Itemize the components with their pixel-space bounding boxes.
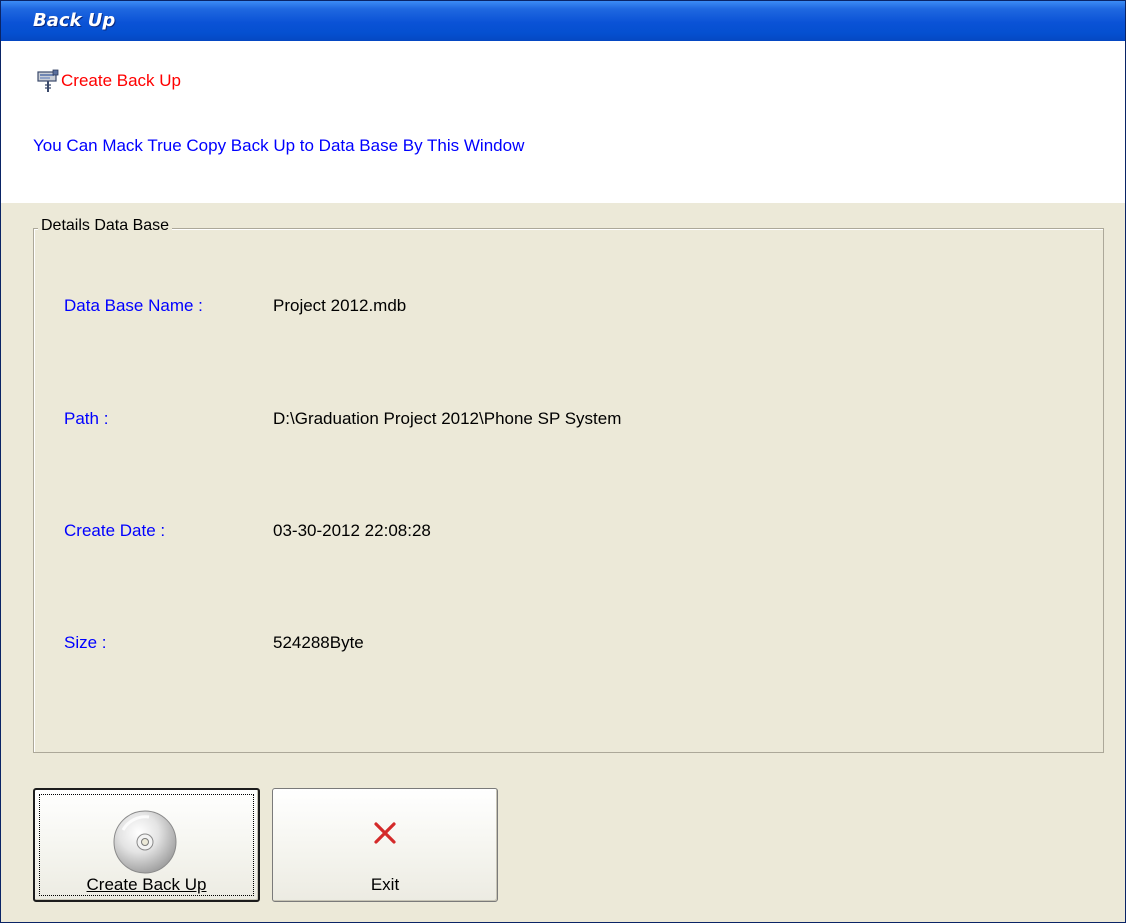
- create-backup-button[interactable]: Create Back Up: [33, 788, 260, 902]
- close-x-icon: [374, 822, 396, 844]
- path-label: Path :: [64, 409, 109, 428]
- exit-label: Exit: [370, 875, 400, 894]
- size-value: 524288Byte: [273, 633, 364, 652]
- header-title: Create Back Up: [61, 71, 181, 90]
- backup-window: Back Up Create Back Up You Can Mack True…: [0, 0, 1126, 923]
- header-description: You Can Mack True Copy Back Up to Data B…: [33, 136, 525, 155]
- title-bar[interactable]: Back Up: [1, 1, 1125, 41]
- backup-tool-icon: [37, 69, 59, 92]
- create-backup-label: Create Back Up: [86, 875, 207, 894]
- header-panel: Create Back Up You Can Mack True Copy Ba…: [1, 41, 1125, 203]
- database-name-value: Project 2012.mdb: [273, 296, 407, 315]
- size-label: Size :: [64, 633, 107, 652]
- create-date-label: Create Date :: [64, 521, 166, 540]
- cd-disc-icon: [113, 810, 177, 874]
- exit-button[interactable]: Exit: [272, 788, 498, 902]
- window-title: Back Up: [33, 10, 116, 31]
- create-date-value: 03-30-2012 22:08:28: [273, 521, 431, 540]
- database-name-label: Data Base Name :: [64, 296, 203, 315]
- details-group-label: Details Data Base: [38, 217, 173, 235]
- path-value: D:\Graduation Project 2012\Phone SP Syst…: [273, 409, 622, 428]
